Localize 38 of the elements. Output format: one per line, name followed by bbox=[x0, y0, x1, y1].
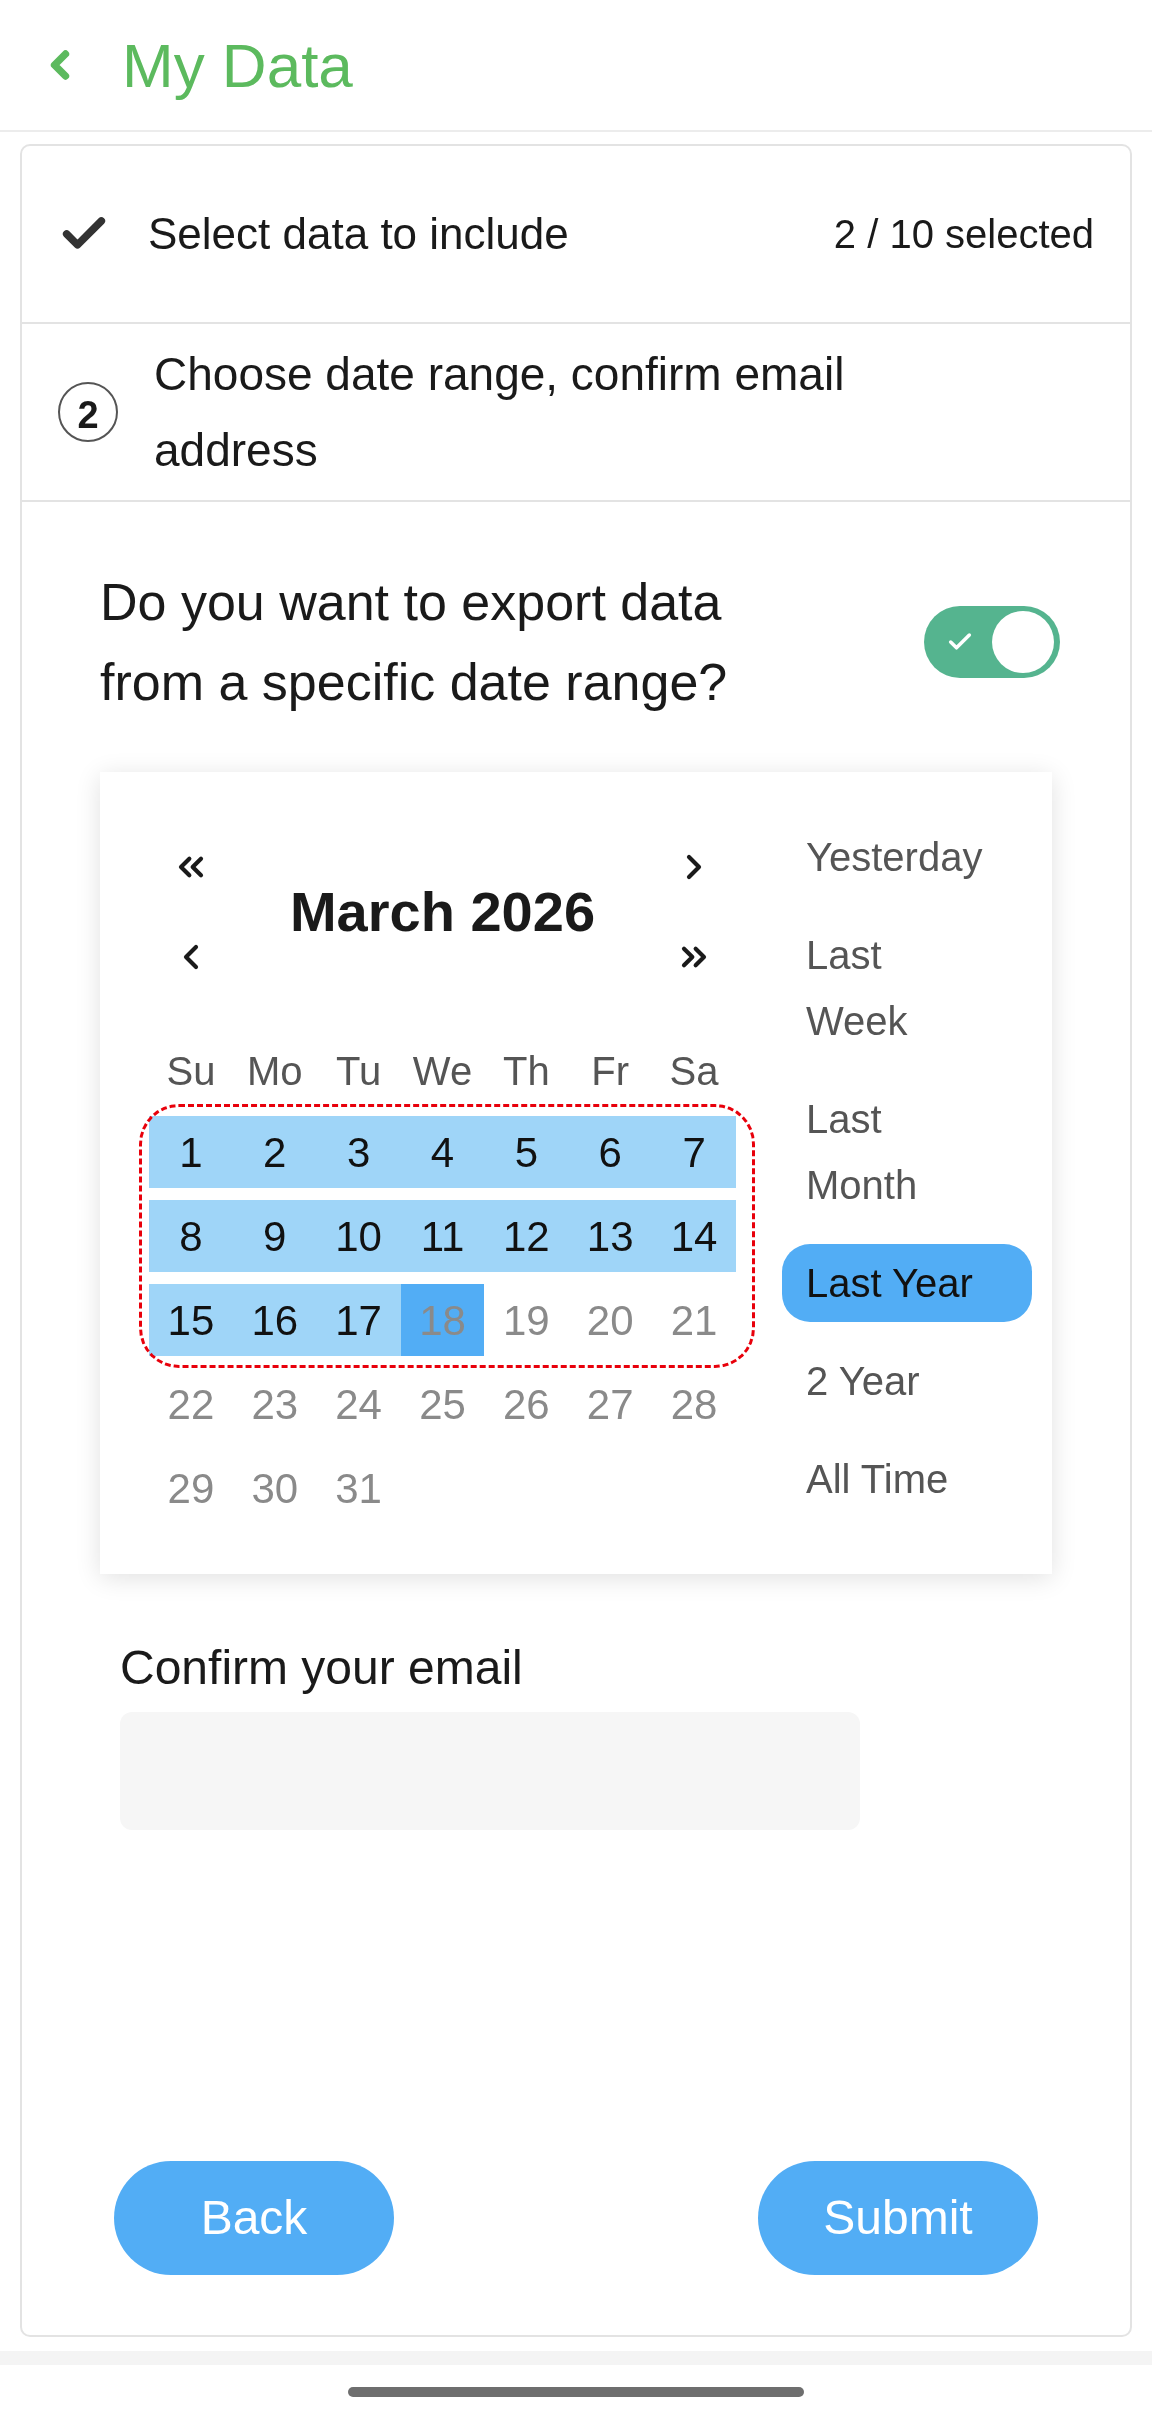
step-label: Choose date range, confirm email address bbox=[154, 347, 846, 478]
calendar-day[interactable]: 4 bbox=[400, 1116, 485, 1188]
calendar-day[interactable]: 6 bbox=[568, 1116, 653, 1188]
toggle-knob bbox=[992, 611, 1054, 673]
preset-option[interactable]: All Time bbox=[782, 1440, 1014, 1518]
calendar-day[interactable]: 1 bbox=[149, 1116, 233, 1188]
weekday-label: Su bbox=[165, 1048, 217, 1095]
page-title: My Data bbox=[122, 29, 353, 102]
weekday-label: We bbox=[411, 1048, 474, 1095]
selected-count: 2 / 10 selected bbox=[833, 211, 1094, 258]
calendar-day[interactable]: 10 bbox=[316, 1200, 401, 1272]
calendar-day[interactable]: 16 bbox=[232, 1284, 317, 1356]
calendar-day[interactable]: 2 bbox=[232, 1116, 317, 1188]
weekday-label: Th bbox=[502, 1048, 551, 1095]
calendar-day[interactable]: 3 bbox=[316, 1116, 401, 1188]
calendar-day[interactable]: 8 bbox=[149, 1200, 233, 1272]
calendar-day[interactable]: 5 bbox=[484, 1116, 569, 1188]
calendar-day[interactable]: 12 bbox=[484, 1200, 569, 1272]
email-label: Confirm your email bbox=[120, 1640, 524, 1696]
calendar-day[interactable]: 15 bbox=[149, 1284, 233, 1356]
calendar-day[interactable]: 14 bbox=[652, 1200, 736, 1272]
date-range-question: Do you want to export data from a specific date range? bbox=[100, 572, 729, 713]
calendar-day[interactable]: 17 bbox=[316, 1284, 401, 1356]
preset-option[interactable]: Yesterday bbox=[782, 818, 1014, 896]
month-title: March 2026 bbox=[288, 879, 597, 945]
weekday-label: Mo bbox=[246, 1048, 304, 1095]
calendar-day[interactable]: 11 bbox=[400, 1200, 485, 1272]
calendar-day[interactable]: 13 bbox=[568, 1200, 653, 1272]
preset-option[interactable]: Last Year bbox=[782, 1244, 1032, 1322]
weekday-label: Tu bbox=[335, 1048, 383, 1095]
preset-option[interactable]: Last Week bbox=[782, 916, 1014, 1060]
weekday-label: Fr bbox=[590, 1048, 631, 1095]
calendar-day[interactable]: 7 bbox=[652, 1116, 736, 1188]
preset-option[interactable]: 2 Year bbox=[782, 1342, 1014, 1420]
step-label: Select data to include bbox=[148, 208, 570, 260]
preset-option[interactable]: Last Month bbox=[782, 1080, 1014, 1224]
weekday-label: Sa bbox=[668, 1048, 720, 1095]
calendar-day[interactable]: 9 bbox=[232, 1200, 317, 1272]
